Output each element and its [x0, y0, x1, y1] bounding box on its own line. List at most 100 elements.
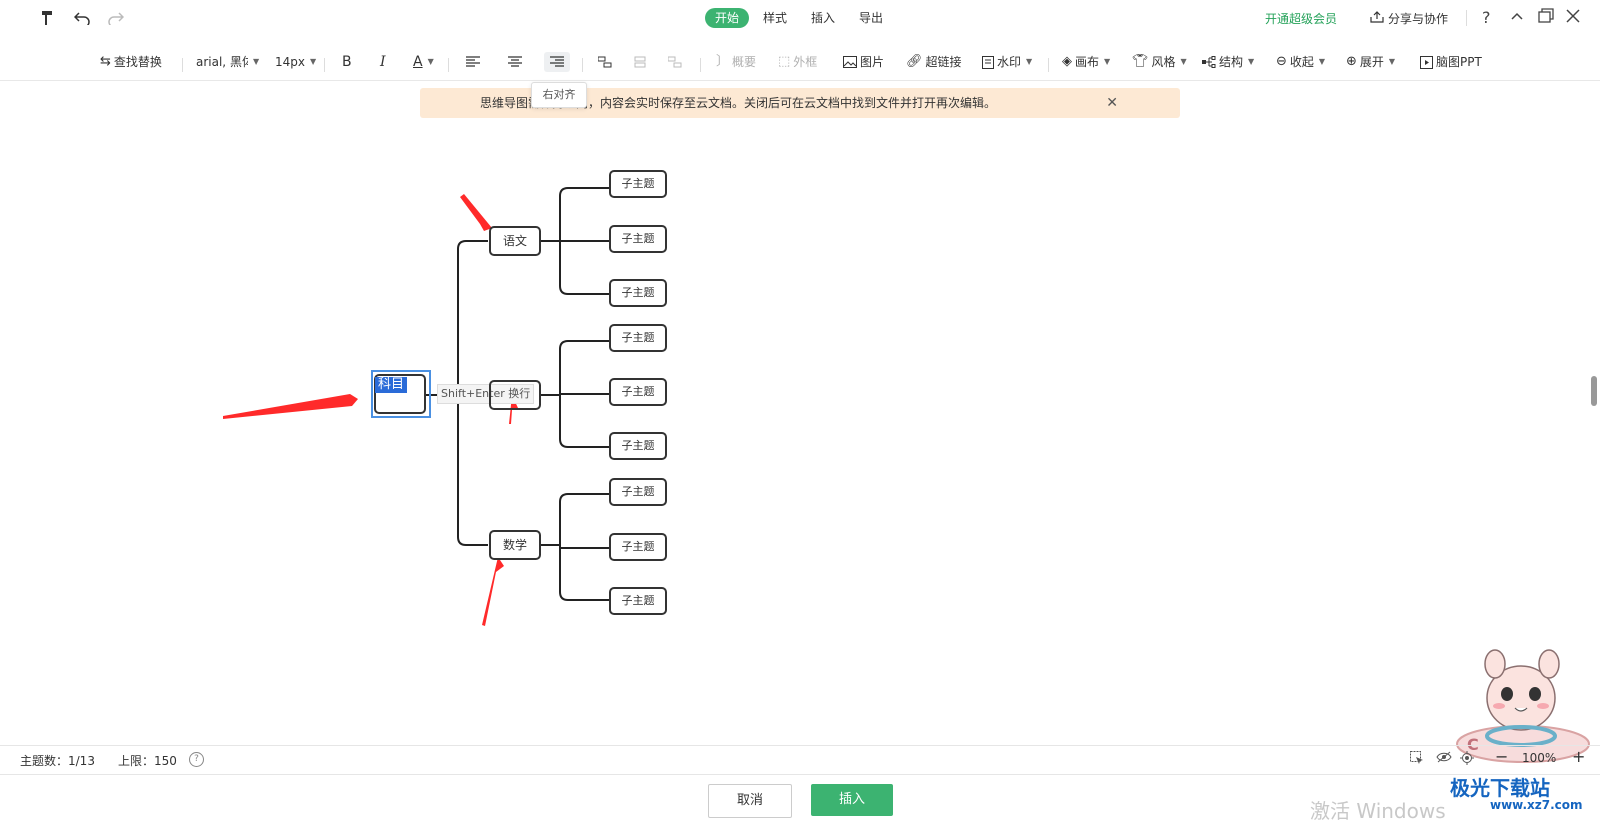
root-topic-text[interactable]: 科目 [375, 377, 408, 393]
watermark-icon [982, 55, 994, 69]
add-sibling-button[interactable] [633, 52, 647, 72]
divider [700, 58, 701, 72]
branch-topic-node[interactable]: 语文 [489, 226, 541, 256]
align-right-icon [550, 56, 564, 67]
summary-button[interactable]: 〕 概要 [716, 52, 756, 72]
collapse-up-icon[interactable] [1510, 8, 1524, 27]
tooltip-align-right: 右对齐 [531, 82, 587, 108]
font-size-select[interactable]: 14px ▼ [275, 52, 316, 72]
status-bar: 主题数：1/13 上限：150 ? − 100% + [0, 745, 1600, 775]
structure-button[interactable]: 结构 ▼ [1202, 52, 1254, 72]
subtopic-node[interactable]: 子主题 [609, 378, 667, 406]
share-button[interactable]: 分享与协作 [1370, 10, 1448, 27]
eye-hide-icon[interactable] [1436, 751, 1452, 766]
zoom-in-button[interactable]: + [1572, 747, 1585, 766]
watermark-label: 水印 [997, 55, 1022, 69]
link-icon: 🔗︎ [906, 54, 923, 69]
hyperlink-label: 超链接 [925, 55, 962, 69]
os-activation-watermark: 激活 Windows [1310, 799, 1446, 823]
frame-label: 外框 [793, 55, 818, 69]
expand-label: 展开 [1359, 55, 1384, 69]
chevron-down-icon: ▼ [1388, 57, 1396, 66]
collapse-button[interactable]: ⊖ 收起 ▼ [1276, 52, 1325, 72]
align-right-button[interactable] [544, 52, 570, 72]
redo-icon[interactable] [106, 8, 126, 28]
minus-circle-icon: ⊖ [1276, 54, 1287, 69]
expand-button[interactable]: ⊕ 展开 ▼ [1346, 52, 1395, 72]
format-painter-icon[interactable] [38, 8, 58, 28]
sibling-icon [634, 56, 646, 68]
site-brand: 极光下载站 [1450, 776, 1550, 800]
frame-button[interactable]: ⬚ 外框 [778, 52, 817, 72]
tab-style[interactable]: 样式 [753, 8, 797, 28]
divider [1466, 10, 1467, 26]
zoom-out-button[interactable]: − [1495, 747, 1508, 766]
insert-button[interactable]: 插入 [811, 784, 893, 816]
subtopic-node[interactable]: 子主题 [609, 587, 667, 615]
font-color-button[interactable]: A ▼ [413, 52, 434, 72]
vip-link[interactable]: 开通超级会员 [1265, 10, 1337, 27]
chevron-down-icon: ▼ [1318, 57, 1326, 66]
branch-topic-node[interactable] [489, 380, 541, 410]
image-icon [843, 56, 857, 68]
structure-label: 结构 [1219, 55, 1244, 69]
chevron-down-icon: ▼ [1026, 57, 1033, 66]
mindmap-ppt-button[interactable]: 脑图PPT [1420, 52, 1482, 72]
divider [324, 58, 325, 72]
subtopic-node[interactable]: 子主题 [609, 432, 667, 460]
chevron-down-icon: ▼ [1180, 57, 1187, 66]
style-button[interactable]: 👕︎ 风格 ▼ [1132, 52, 1187, 72]
arrow-annotation [460, 194, 492, 231]
tab-start[interactable]: 开始 [705, 8, 750, 28]
find-replace-icon: ⇆ [100, 54, 111, 69]
find-replace-button[interactable]: ⇆ 查找替换 [100, 52, 162, 72]
summary-label: 概要 [732, 55, 757, 69]
subtopic-node[interactable]: 子主题 [609, 279, 667, 307]
subtopic-node[interactable]: 子主题 [609, 324, 667, 352]
cancel-button[interactable]: 取消 [708, 784, 792, 818]
structure-icon [1202, 56, 1216, 68]
image-label: 图片 [860, 55, 885, 69]
font-family-value: arial, 黑体 [196, 55, 248, 69]
plus-circle-icon: ⊕ [1346, 54, 1357, 69]
vertical-scrollbar[interactable] [1591, 376, 1597, 406]
add-subtopic-button[interactable] [598, 52, 612, 72]
help-icon[interactable]: ? [1482, 8, 1491, 27]
subtopic-node[interactable]: 子主题 [609, 533, 667, 561]
divider [182, 58, 183, 72]
align-center-button[interactable] [508, 52, 522, 72]
subtopic-node[interactable]: 子主题 [609, 170, 667, 198]
close-icon[interactable]: ✕ [1106, 88, 1118, 118]
canvas-button[interactable]: ◈ 画布 ▼ [1062, 52, 1110, 72]
bold-button[interactable]: B [342, 52, 352, 72]
help-circle-icon[interactable]: ? [189, 752, 204, 767]
undo-icon[interactable] [72, 8, 92, 28]
close-icon[interactable] [1566, 8, 1580, 27]
align-left-button[interactable] [466, 52, 480, 72]
image-button[interactable]: 图片 [843, 52, 884, 72]
subtopic-icon [598, 56, 612, 68]
subtopic-node[interactable]: 子主题 [609, 478, 667, 506]
hyperlink-button[interactable]: 🔗︎ 超链接 [906, 52, 962, 72]
branch-topic-node[interactable]: 数学 [489, 530, 541, 560]
restore-window-icon[interactable] [1538, 8, 1554, 28]
watermark-button[interactable]: 水印 ▼ [982, 52, 1032, 72]
tab-insert[interactable]: 插入 [801, 8, 845, 28]
main-tabs: 开始 样式 插入 导出 [705, 8, 897, 28]
frame-icon: ⬚ [778, 54, 791, 69]
site-url: www.xz7.com [1490, 798, 1583, 812]
font-color-icon: A [413, 54, 423, 70]
tab-export[interactable]: 导出 [849, 8, 893, 28]
add-parent-button[interactable] [668, 52, 682, 72]
italic-button[interactable]: I [380, 52, 386, 72]
subtopic-node[interactable]: 子主题 [609, 225, 667, 253]
collapse-label: 收起 [1289, 55, 1314, 69]
paint-bucket-icon: ◈ [1062, 54, 1072, 69]
select-mode-icon[interactable] [1410, 751, 1424, 768]
top-bar: 开始 样式 插入 导出 开通超级会员 分享与协作 ? [0, 0, 1600, 36]
font-family-select[interactable]: arial, 黑体 ▼ [196, 52, 259, 72]
chevron-down-icon: ▼ [310, 57, 317, 66]
mindmap-canvas[interactable]: 科目 Shift+Enter 换行 语文 数学 子主题 子主题 子主题 子主题 … [0, 120, 1600, 740]
font-size-value: 14px [275, 55, 305, 69]
locate-icon[interactable] [1460, 751, 1474, 768]
